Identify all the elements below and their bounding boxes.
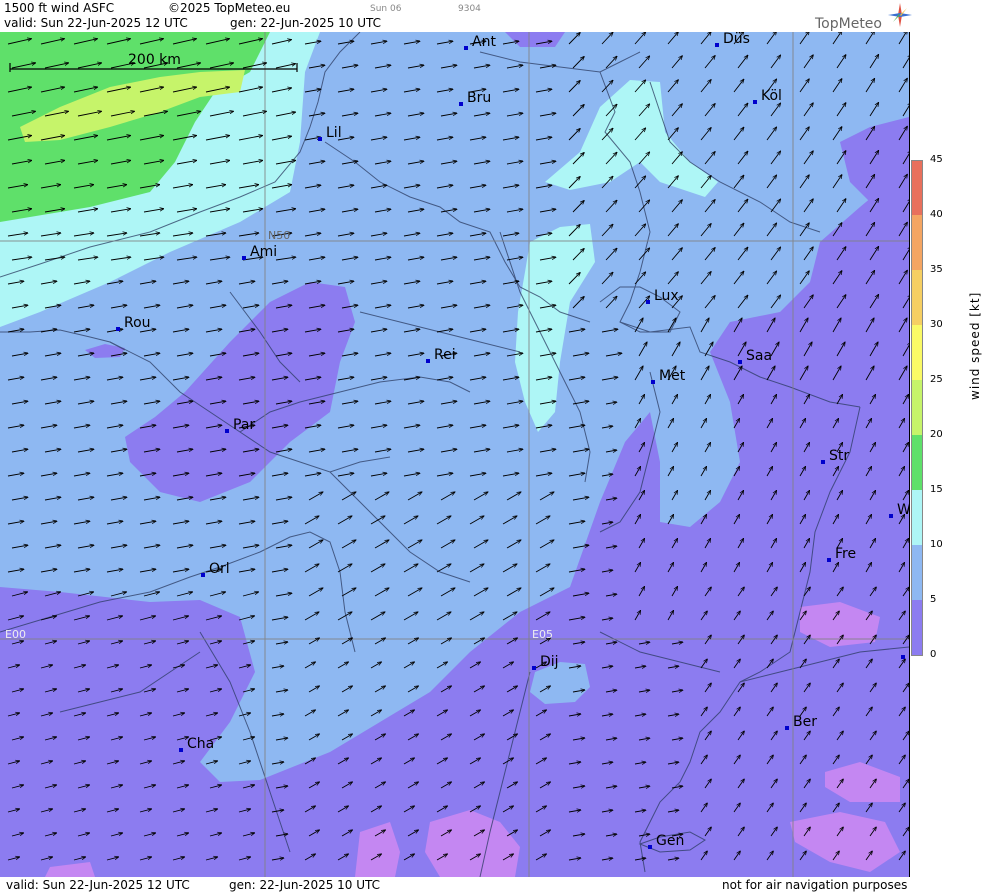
city-label: Par [233,417,255,433]
image-code: 9304 [458,4,481,14]
city-dot [753,100,757,104]
city-label: Düs [723,32,750,47]
city-dot [646,300,650,304]
city-label: Bru [467,90,491,106]
footer-generation-time: gen: 22-Jun-2025 10 UTC [229,878,381,892]
city-label: Rou [124,315,151,331]
colorbar-tick-label: 20 [930,429,943,440]
city-dot [426,359,430,363]
city-label: Str [829,448,849,464]
city-label: Lil [326,125,342,141]
colorbar [911,160,923,656]
city-dot [901,655,905,659]
city-dot [532,666,536,670]
city-label: Köl [761,88,782,104]
city-label: Met [659,368,686,384]
city-dot [889,514,893,518]
city-label: Cha [187,736,214,752]
grid-label-n50: N50 [268,229,290,242]
city-dot [821,460,825,464]
copyright: ©2025 TopMeteo.eu [168,1,291,15]
header-bar: 1500 ft wind ASFC ©2025 TopMeteo.eu Sun … [0,0,1000,32]
compass-icon [888,3,912,27]
colorbar-title: wind speed [kt] [968,291,982,400]
city-label: Fre [835,546,856,562]
colorbar-tick-label: 35 [930,264,943,275]
colorbar-tick-label: 25 [930,374,943,385]
map-frame-right [909,32,910,877]
valid-time: valid: Sun 22-Jun-2025 12 UTC [4,16,188,30]
city-label: Ber [793,714,817,730]
city-dot [225,429,229,433]
city-dot [459,102,463,106]
city-dot [179,748,183,752]
grid-label-e00: E00 [5,628,26,641]
grid-label-e05: E05 [532,628,553,641]
city-dot [318,137,322,141]
city-label: Rei [434,347,456,363]
city-dot [648,845,652,849]
generation-time: gen: 22-Jun-2025 10 UTC [230,16,382,30]
footer-bar: valid: Sun 22-Jun-2025 12 UTC gen: 22-Ju… [0,877,1000,893]
colorbar-tick-label: 30 [930,319,943,330]
city-dot [464,46,468,50]
colorbar-tick-label: 10 [930,539,943,550]
city-dot [201,573,205,577]
colorbar-frame [911,160,923,656]
product-title: 1500 ft wind ASFC [4,1,115,15]
city-label: Ami [250,244,277,260]
city-dot [116,327,120,331]
city-label: Gen [656,833,684,849]
city-label: W [897,502,909,518]
colorbar-tick-label: 40 [930,209,943,220]
city-label: Orl [209,561,230,577]
colorbar-tick-label: 15 [930,484,943,495]
city-dot [827,558,831,562]
colorbar-tick-label: 45 [930,154,943,165]
scale-label: 200 km [128,52,181,68]
footer-valid-time: valid: Sun 22-Jun-2025 12 UTC [6,878,190,892]
colorbar-tick-label: 5 [930,594,937,605]
run-code: Sun 06 [370,4,402,14]
city-label: Dij [540,654,559,670]
city-label: Lux [654,288,679,304]
city-dot [242,256,246,260]
wind-map[interactable]: 200 km N50 E00 E05 Ant Düs Bru Köl Lil Ami Lux… [0,32,909,877]
city-label: Saa [746,348,772,364]
footer-disclaimer: not for air navigation purposes [722,878,908,892]
logo-text: TopMeteo [815,16,882,32]
city-dot [738,360,742,364]
city-dot [651,380,655,384]
city-dot [785,726,789,730]
colorbar-tick-label: 0 [930,649,937,660]
city-label: Ant [472,34,496,50]
city-dot [715,43,719,47]
